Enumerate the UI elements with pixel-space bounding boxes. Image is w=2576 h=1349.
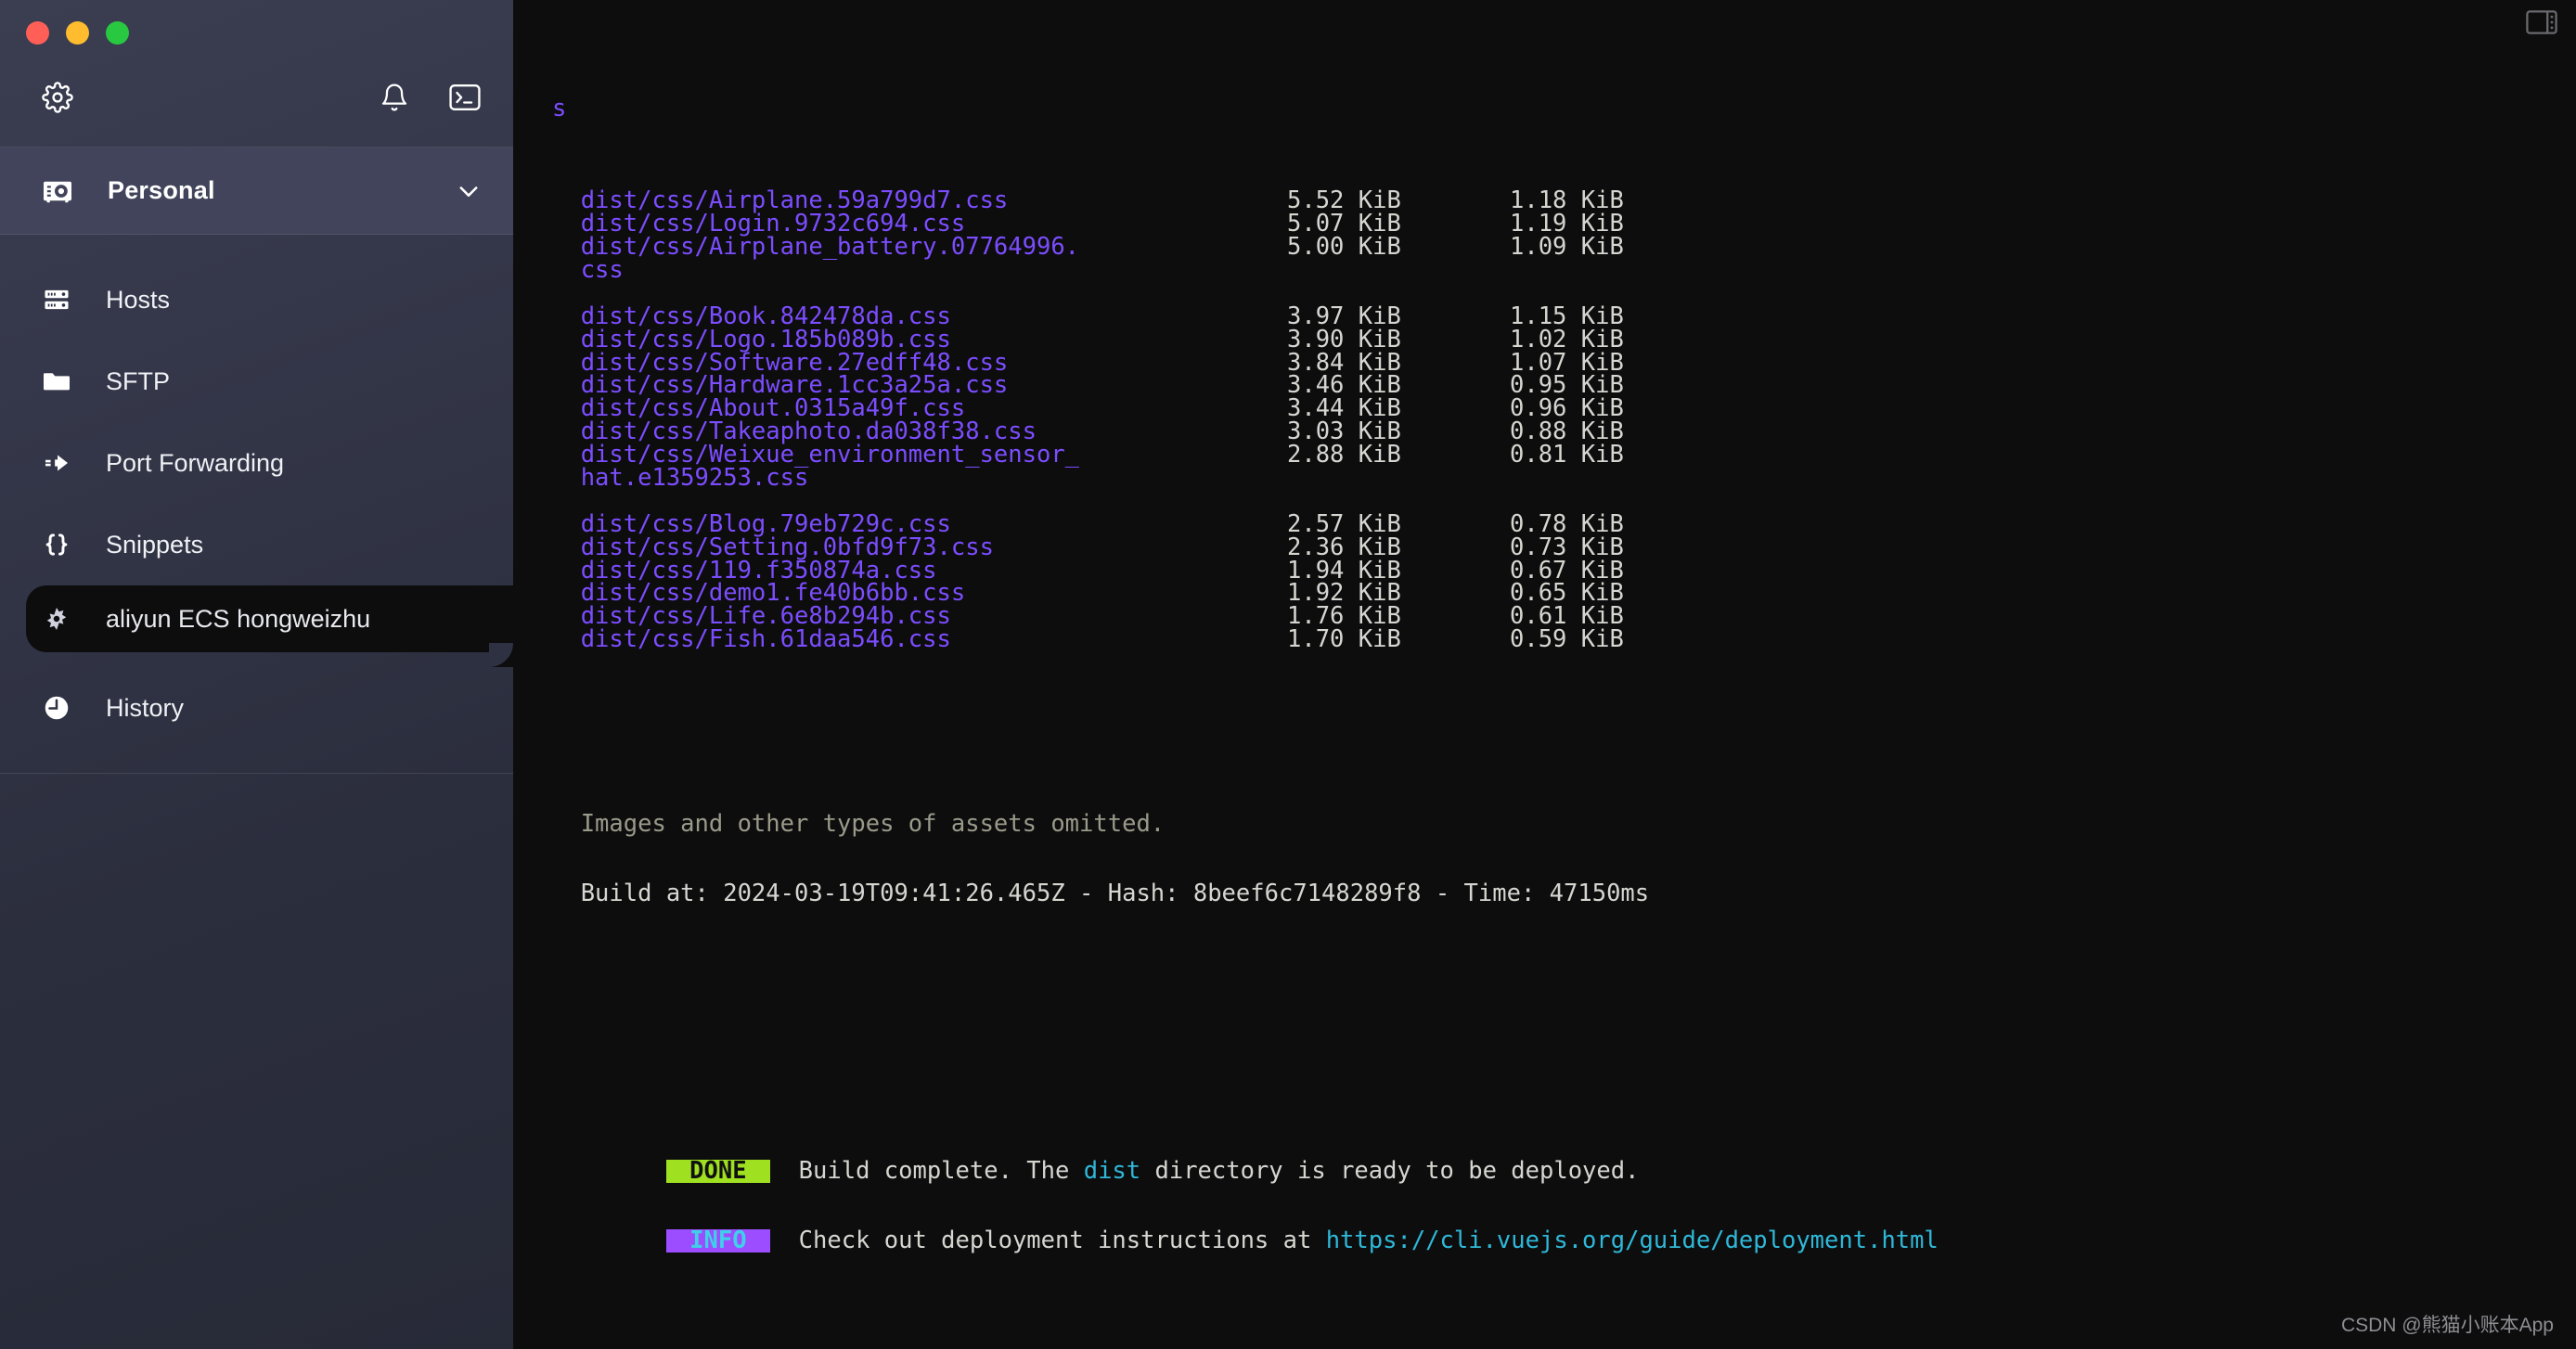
done-badge: DONE: [665, 1159, 770, 1183]
asset-filename-continuation: hat.e1359253.css: [552, 464, 809, 493]
terminal-output: s dist/css/Airplane.59a799d7.css 5.52 KiB…: [552, 28, 2576, 1349]
partial-line: s: [552, 94, 567, 122]
asset-size: 2.36 KiB: [1287, 533, 1401, 561]
vault-selector[interactable]: Personal: [0, 148, 513, 235]
deployment-docs-link[interactable]: https://cli.vuejs.org/guide/deployment.h…: [1326, 1227, 1938, 1254]
close-button[interactable]: [26, 21, 49, 45]
info-badge: INFO: [665, 1228, 770, 1253]
sidebar-toolbar: [0, 48, 513, 148]
sidebar-item-label: Snippets: [106, 530, 204, 559]
sidebar-item-sftp[interactable]: SFTP: [0, 340, 513, 422]
asset-row: dist/css/Airplane_battery.07764996. 5.00 …: [552, 233, 2576, 262]
terminal-line-info: INFO Check out deployment instructions a…: [552, 1206, 2576, 1253]
sidebar-item-history[interactable]: History: [0, 643, 513, 749]
sidebar-item-snippets[interactable]: Snippets: [0, 504, 513, 610]
asset-gzip-size: 0.78 KiB: [1510, 509, 1624, 538]
gear-icon[interactable]: [41, 81, 74, 114]
aliyun-icon: [41, 603, 72, 635]
clock-icon: [41, 692, 72, 724]
asset-filename-continuation: css: [552, 256, 624, 284]
info-text-before: Check out deployment instructions at: [769, 1226, 1326, 1254]
sidebar-toolbar-actions: [378, 81, 482, 114]
terminal-line: s: [552, 94, 2576, 122]
terminal-panel[interactable]: s dist/css/Airplane.59a799d7.css 5.52 KiB…: [513, 0, 2576, 1349]
sidebar-item-port-forwarding[interactable]: Port Forwarding: [0, 422, 513, 504]
watermark: CSDN @熊猫小账本App: [2340, 1315, 2554, 1336]
asset-row: dist/css/Fish.61daa546.css 1.70 KiB 0.59 K…: [552, 625, 2576, 654]
terminal-line: Build at: 2024-03-19T09:41:26.465Z - Has…: [552, 880, 2576, 908]
bell-icon[interactable]: [378, 81, 411, 114]
asset-gzip-size: 1.09 KiB: [1510, 233, 1624, 262]
terminal-topbar: [2526, 0, 2576, 45]
braces-icon: [41, 529, 72, 560]
asset-gzip-size: 1.02 KiB: [1510, 325, 1624, 353]
done-text-before: Build complete. The: [769, 1157, 1084, 1185]
asset-gzip-size: 1.15 KiB: [1510, 302, 1624, 330]
asset-filename-wrap: hat.e1359253.css: [552, 464, 2576, 493]
safe-icon: [41, 174, 74, 208]
assets-omitted-note: Images and other types of assets omitted…: [552, 810, 1166, 839]
asset-size: 3.90 KiB: [1287, 325, 1401, 353]
sidebar-item-label: History: [106, 693, 185, 722]
asset-gzip-size: 0.73 KiB: [1510, 533, 1624, 561]
asset-filename-wrap: css: [552, 256, 2576, 284]
asset-row: dist/css/Weixue_environment_sensor_ 2.88 …: [552, 443, 2576, 467]
folder-icon: [41, 366, 72, 397]
sidebar-item-label: Port Forwarding: [106, 448, 285, 477]
sidebar-item-aliyun-ecs-hongweizhu[interactable]: aliyun ECS hongweizhu: [26, 585, 550, 652]
asset-size: 3.97 KiB: [1287, 302, 1401, 330]
terminal-line-done: DONE Build complete. The dist directory …: [552, 1137, 2576, 1183]
asset-size: 1.70 KiB: [1287, 625, 1401, 654]
done-highlight-dist: dist: [1083, 1157, 1141, 1185]
asset-gzip-size: 0.59 KiB: [1510, 625, 1624, 654]
asset-size: 5.00 KiB: [1287, 233, 1401, 262]
sidebar-item-hosts[interactable]: Hosts: [0, 259, 513, 340]
split-layout-icon[interactable]: [2526, 10, 2557, 34]
port-forwarding-icon: [41, 447, 72, 479]
asset-size: 2.88 KiB: [1287, 441, 1401, 469]
app-window: Personal Hosts SFTP Port Forwarding Snip…: [0, 0, 2576, 1349]
asset-filename: dist/css/Airplane_battery.07764996.: [552, 233, 1080, 262]
asset-filename: dist/css/Fish.61daa546.css: [552, 625, 951, 654]
build-summary-line: Build at: 2024-03-19T09:41:26.465Z - Has…: [552, 880, 1650, 908]
asset-gzip-size: 0.81 KiB: [1510, 441, 1624, 469]
vault-label: Personal: [108, 176, 215, 204]
sidebar: Personal Hosts SFTP Port Forwarding Snip…: [0, 0, 550, 1349]
window-traffic-lights: [0, 0, 513, 48]
sidebar-item-label: aliyun ECS hongweizhu: [106, 604, 371, 633]
server-icon: [41, 284, 72, 315]
chevron-down-icon[interactable]: [456, 178, 482, 204]
sidebar-divider: [0, 773, 513, 774]
asset-size: 2.57 KiB: [1287, 509, 1401, 538]
sidebar-nav: Hosts SFTP Port Forwarding Snippets aliy…: [0, 235, 550, 774]
sidebar-item-label: SFTP: [106, 366, 171, 395]
terminal-icon[interactable]: [448, 81, 482, 114]
sidebar-item-label: Hosts: [106, 285, 171, 314]
asset-table: dist/css/Airplane.59a799d7.css 5.52 KiB 1.…: [552, 189, 2576, 651]
done-text-after: directory is ready to be deployed.: [1140, 1157, 1640, 1185]
minimize-button[interactable]: [66, 21, 89, 45]
terminal-line: Images and other types of assets omitted…: [552, 810, 2576, 839]
maximize-button[interactable]: [106, 21, 129, 45]
